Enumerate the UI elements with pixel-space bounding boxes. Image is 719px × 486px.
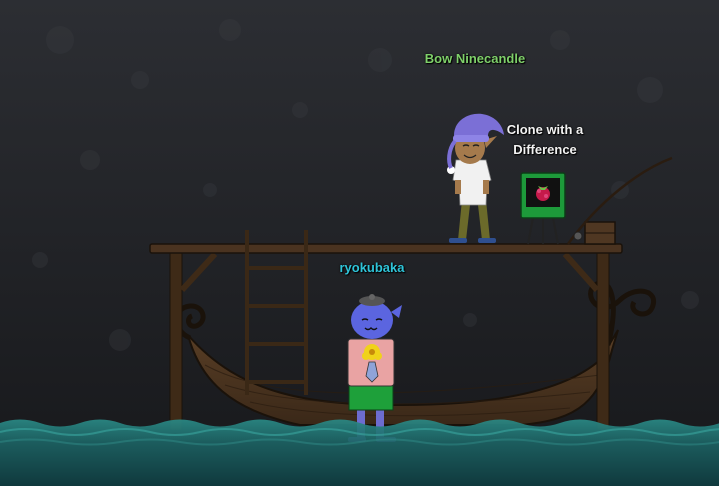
computer-label: Clone with a Difference xyxy=(506,122,584,157)
scene-drawing xyxy=(0,0,719,486)
dock-post-left xyxy=(169,249,183,431)
npc-name-label: Bow Ninecandle xyxy=(424,51,526,66)
water xyxy=(0,419,719,486)
dock-platform xyxy=(149,243,623,254)
player-head-teapot xyxy=(351,301,393,339)
dock-post-right xyxy=(596,249,610,431)
fishing-reel xyxy=(573,231,583,241)
player-name-label: ryokubaka xyxy=(339,260,405,275)
player-shorts xyxy=(348,383,394,411)
game-scene: Bow Ninecandle Clone with a Difference r… xyxy=(0,0,719,486)
